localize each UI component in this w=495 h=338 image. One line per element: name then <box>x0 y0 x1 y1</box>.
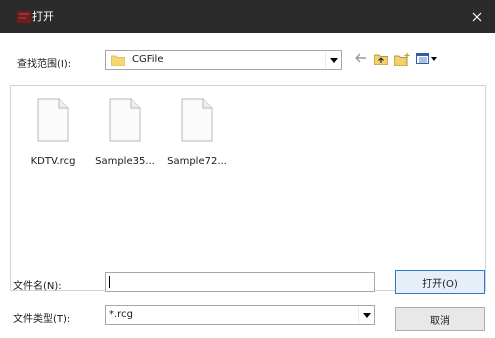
folder-icon <box>111 55 125 66</box>
file-item[interactable]: Sample35... <box>90 98 160 167</box>
file-name: KDTV.rcg <box>30 156 76 167</box>
file-icon <box>109 98 141 142</box>
chevron-down-icon <box>362 312 371 318</box>
window-title: 打开 <box>32 10 54 23</box>
file-icon <box>37 98 69 142</box>
back-button[interactable] <box>355 53 367 63</box>
open-file-dialog: 查找范围(I): CGFile KDTV.rcg Sample35... Sam… <box>0 33 495 338</box>
text-caret <box>109 276 110 288</box>
file-item[interactable]: KDTV.rcg <box>18 98 88 167</box>
look-in-value: CGFile <box>132 54 164 65</box>
chevron-down-icon <box>329 57 338 63</box>
file-name: Sample35... <box>95 156 155 167</box>
file-name: Sample72... <box>167 156 227 167</box>
open-button[interactable]: 打开(O) <box>395 270 485 294</box>
new-folder-icon <box>394 53 410 66</box>
up-folder-icon <box>374 54 388 65</box>
file-name-label: 文件名(N): <box>13 281 62 292</box>
view-menu-button[interactable] <box>416 53 438 64</box>
file-name-input[interactable] <box>105 272 375 292</box>
look-in-dropdown[interactable]: CGFile <box>105 50 342 70</box>
file-icon <box>181 98 213 142</box>
title-bar: 打开 <box>0 0 495 33</box>
file-type-dropdown-arrow[interactable] <box>358 306 374 324</box>
file-type-value: *.rcg <box>109 309 133 320</box>
cancel-button[interactable]: 取消 <box>395 307 485 331</box>
close-icon <box>472 12 482 21</box>
file-type-label: 文件类型(T): <box>13 314 71 325</box>
close-button[interactable] <box>459 0 495 33</box>
back-arrow-icon <box>355 53 366 63</box>
look-in-dropdown-arrow[interactable] <box>325 51 341 69</box>
app-icon <box>17 11 31 23</box>
view-menu-icon <box>416 53 437 64</box>
file-list: KDTV.rcg Sample35... Sample72... <box>10 85 486 291</box>
file-item[interactable]: Sample72... <box>162 98 232 167</box>
new-folder-button[interactable] <box>394 53 410 66</box>
file-type-dropdown[interactable]: *.rcg <box>105 305 375 325</box>
look-in-label: 查找范围(I): <box>17 59 72 70</box>
up-one-level-button[interactable] <box>374 53 388 65</box>
